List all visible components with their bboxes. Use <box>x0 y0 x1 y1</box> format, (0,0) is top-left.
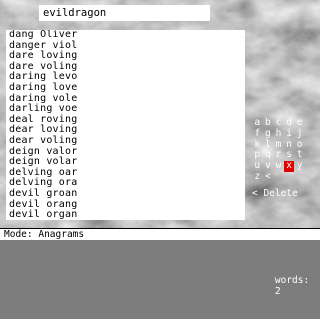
key-empty <box>294 172 305 183</box>
result-item[interactable]: dang Oliver <box>9 30 245 41</box>
status-bar: Mode: Anagrams <box>0 228 320 240</box>
key-f[interactable]: f <box>252 128 263 140</box>
anagram-input-field[interactable]: evildragon <box>39 5 210 21</box>
mode-label: Mode: <box>4 229 33 240</box>
result-item[interactable]: daring love <box>9 82 245 94</box>
key-j[interactable]: j <box>294 128 305 140</box>
max-words-setting[interactable]: Max words: 2 <box>252 209 309 319</box>
key-h[interactable]: h <box>273 128 284 140</box>
key-i[interactable]: i <box>284 128 295 140</box>
key-empty <box>284 172 295 183</box>
result-item[interactable]: devil organ <box>9 209 245 220</box>
key-w[interactable]: w <box>273 160 284 172</box>
max-words-value: 2 <box>274 286 281 297</box>
keypad-row: fghij <box>252 128 308 140</box>
letter-keypad: a b c d e f g h i j k l m n o p q r s t u v w x y z < <box>252 117 308 183</box>
mode-value: Anagrams <box>38 229 85 240</box>
delete-button[interactable]: < Delete <box>252 188 298 200</box>
result-item[interactable]: devil groan <box>9 188 245 200</box>
key-z[interactable]: z <box>252 171 263 183</box>
key-empty <box>273 172 284 183</box>
keypad-row: z < <box>252 171 308 183</box>
max-words-label-line2: words: <box>274 275 310 286</box>
results-list-items: dang Oliver danger viol dare loving dare vo… <box>6 30 245 220</box>
key-backspace[interactable]: < <box>263 171 274 183</box>
anagram-results-list[interactable]: dang Oliver danger viol dare loving dare vo… <box>6 30 245 220</box>
key-g[interactable]: g <box>263 128 274 140</box>
result-item[interactable]: dear voling <box>9 135 245 147</box>
keypad-row: uvwxy <box>252 160 308 172</box>
key-y[interactable]: y <box>294 160 305 172</box>
key-x[interactable]: x <box>283 160 295 172</box>
